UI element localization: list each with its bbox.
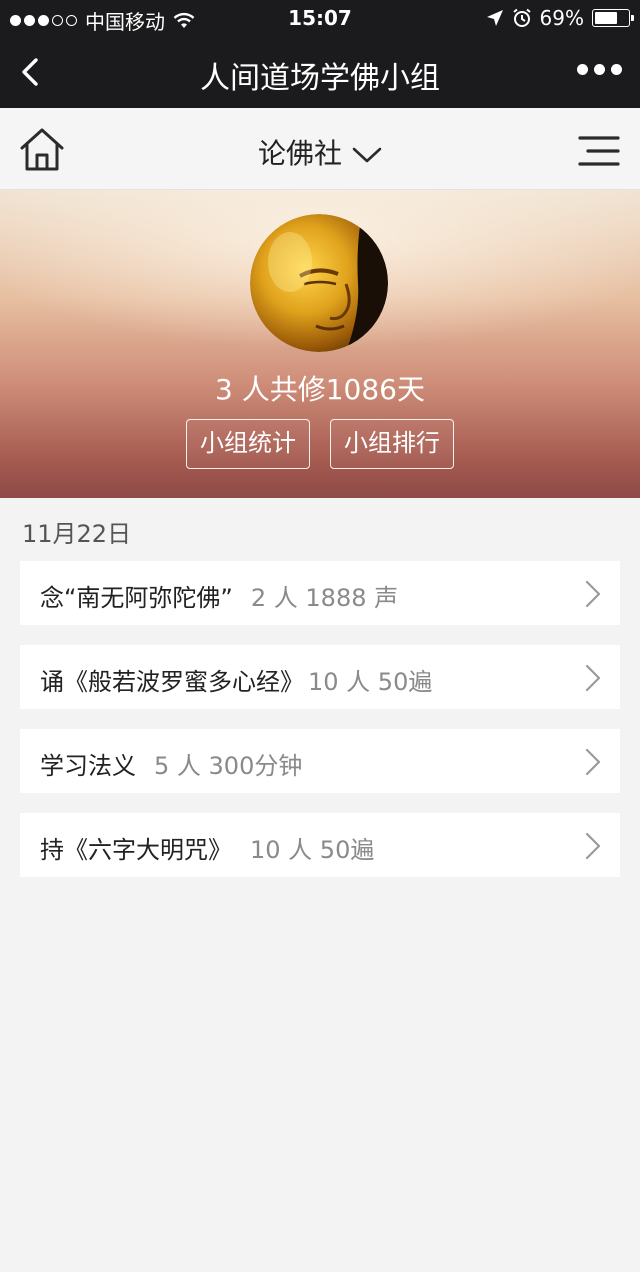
battery-icon (592, 9, 634, 27)
list-item[interactable]: 持《六字大明咒》 10 人 50遍 (20, 813, 620, 877)
group-header: 论佛社 (0, 108, 640, 190)
location-arrow-icon (486, 10, 503, 26)
status-right: 69% (486, 6, 634, 30)
chevron-right-icon (585, 832, 601, 860)
practice-days: 1086 (325, 373, 397, 406)
practice-stats: 3 人共修 1086 天 (0, 368, 640, 408)
group-ranking-button[interactable]: 小组排行 (330, 419, 454, 469)
page-title: 人间道场学佛小组 (200, 61, 440, 96)
status-bar: 中国移动 15:07 69% (0, 0, 640, 36)
list-item[interactable]: 诵《般若波罗蜜多心经》 10 人 50遍 (20, 645, 620, 709)
chevron-right-icon (585, 664, 601, 692)
battery-percent: 69% (539, 6, 584, 30)
chevron-down-icon (352, 147, 382, 163)
activity-name: 诵《般若波罗蜜多心经》 (40, 668, 304, 696)
list-item[interactable]: 学习法义 5 人 300分钟 (20, 729, 620, 793)
activity-meta: 10 人 50遍 (308, 668, 433, 696)
chevron-right-icon (585, 580, 601, 608)
group-selector[interactable]: 论佛社 (0, 132, 640, 172)
activity-meta: 10 人 50遍 (250, 836, 375, 864)
activity-name: 念“南无阿弥陀佛” (40, 584, 233, 612)
alarm-clock-icon (512, 8, 531, 27)
navigation-bar: 人间道场学佛小组 (0, 36, 640, 108)
chevron-right-icon (585, 748, 601, 776)
practice-days-unit: 天 (396, 373, 425, 406)
group-name: 论佛社 (257, 137, 342, 170)
date-label: 11月22日 (22, 520, 132, 548)
group-banner: 3 人共修 1086 天 小组统计 小组排行 (0, 190, 640, 498)
activity-meta: 2 人 1888 声 (250, 584, 399, 612)
practice-members: 3 人共修 (215, 373, 326, 406)
activity-name: 持《六字大明咒》 (40, 836, 232, 864)
activity-meta: 5 人 300分钟 (154, 752, 303, 780)
group-stats-button[interactable]: 小组统计 (186, 419, 310, 469)
group-avatar (250, 214, 388, 352)
list-item[interactable]: 念“南无阿弥陀佛” 2 人 1888 声 (20, 561, 620, 625)
more-options-icon[interactable] (577, 64, 622, 75)
battery-fill (595, 12, 618, 24)
menu-icon[interactable] (578, 130, 620, 172)
activity-name: 学习法义 (40, 752, 136, 780)
